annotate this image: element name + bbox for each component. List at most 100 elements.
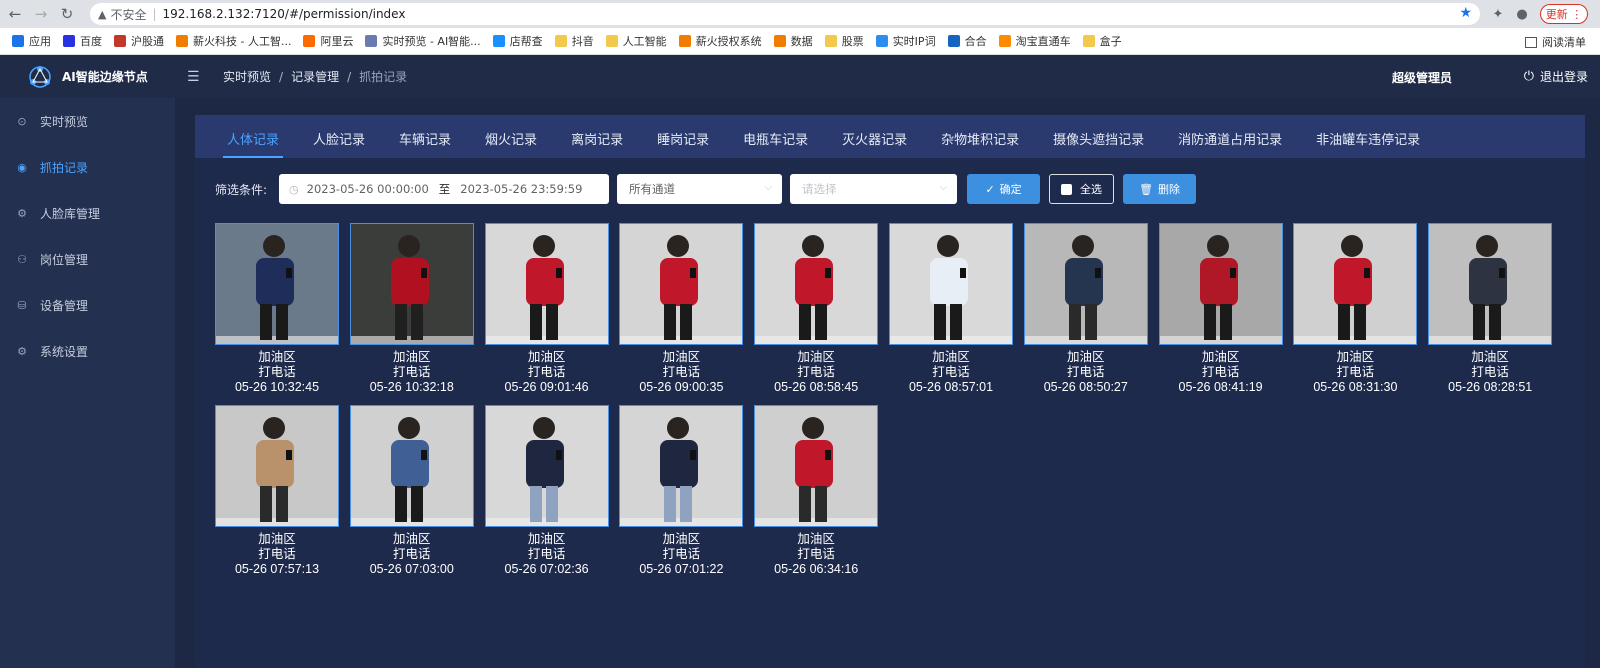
bookmark-item[interactable]: 店帮查 [492,33,543,49]
menu-toggle-icon[interactable]: ☰ [187,69,205,85]
update-button[interactable]: 更新 ⋮ [1540,4,1588,24]
record-card[interactable]: 加油区 打电话 05-26 08:58:45 [754,223,879,395]
snapshot-thumbnail[interactable] [1428,223,1553,345]
record-tab[interactable]: 烟火记录 [485,129,537,158]
record-card[interactable]: 加油区 打电话 05-26 06:34:16 [754,405,879,577]
bookmark-item[interactable]: 人工智能 [605,33,667,49]
record-card[interactable]: 加油区 打电话 05-26 07:03:00 [349,405,474,577]
record-event: 打电话 [527,547,566,561]
sidebar-item[interactable]: ⚙ 系统设置 [0,328,175,374]
bookmark-label: 薪火授权系统 [695,35,762,48]
snapshot-thumbnail[interactable] [1023,223,1148,345]
record-card[interactable]: 加油区 打电话 05-26 08:57:01 [889,223,1013,395]
record-tab[interactable]: 杂物堆积记录 [941,129,1019,158]
snapshot-thumbnail[interactable] [484,405,609,527]
snapshot-thumbnail[interactable] [754,405,879,527]
record-card[interactable]: 加油区 打电话 05-26 08:50:27 [1023,223,1148,395]
sidebar-item[interactable]: ⛁ 设备管理 [0,282,175,328]
settings-icon: ⚙ [17,344,27,358]
snapshot-thumbnail[interactable] [349,223,474,345]
type-select[interactable]: 请选择 ⌵ [790,174,958,204]
bookmark-item[interactable]: 阿里云 [303,33,353,49]
snapshot-thumbnail[interactable] [754,223,879,345]
snapshot-thumbnail[interactable] [619,405,744,527]
sidebar-item[interactable]: ⚇ 岗位管理 [0,236,175,282]
record-card[interactable]: 加油区 打电话 05-26 10:32:45 [215,223,339,395]
record-card[interactable]: 加油区 打电话 05-26 09:01:46 [484,223,609,395]
bookmark-item[interactable]: 沪股通 [114,33,164,49]
record-tab[interactable]: 非油罐车违停记录 [1316,129,1420,158]
breadcrumb-item[interactable]: 实时预览 [223,68,271,85]
snapshot-image [1159,224,1282,344]
reload-icon[interactable]: ↻ [56,3,78,25]
bookmark-item[interactable]: 盒子 [1082,33,1122,49]
snapshot-thumbnail[interactable] [1158,223,1283,345]
back-icon[interactable]: ← [4,3,26,25]
snapshot-thumbnail[interactable] [349,405,474,527]
logout-button[interactable]: ⏻ 退出登录 [1524,68,1588,85]
record-event: 打电话 [1067,365,1105,379]
snapshot-thumbnail[interactable] [619,223,744,345]
snapshot-image [755,224,878,344]
delete-button[interactable]: 🗑 删除 [1123,174,1197,204]
record-tab[interactable]: 摄像头遮挡记录 [1053,129,1144,158]
record-tab[interactable]: 车辆记录 [399,129,451,158]
channel-select[interactable]: 所有通道 ⌵ [617,174,783,204]
record-tab[interactable]: 人脸记录 [313,129,365,158]
breadcrumb-item[interactable]: 记录管理 [291,68,339,85]
bookmark-label: 店帮查 [509,35,543,48]
profile-icon[interactable]: ● [1512,4,1532,24]
forward-icon[interactable]: → [30,3,52,25]
record-area: 加油区 [393,350,431,364]
select-all-checkbox[interactable]: 全选 [1049,174,1115,204]
bookmark-item[interactable]: 淘宝直通车 [998,33,1071,49]
bookmark-icon [303,35,316,47]
snapshot-image [1294,224,1417,344]
record-card[interactable]: 加油区 打电话 05-26 07:02:36 [484,405,609,577]
sidebar-item[interactable]: ⊙ 实时预览 [0,98,175,144]
extensions-icon[interactable]: ✦ [1488,4,1508,24]
reading-list-button[interactable]: 阅读清单 [1525,34,1586,50]
confirm-button[interactable]: ✓ 确定 [967,174,1041,204]
record-tab[interactable]: 离岗记录 [571,129,623,158]
bookmark-item[interactable]: 数据 [773,33,813,49]
record-card[interactable]: 加油区 打电话 05-26 08:28:51 [1428,223,1553,395]
record-card[interactable]: 加油区 打电话 05-26 07:57:13 [215,405,339,577]
bookmark-item[interactable]: 合合 [947,33,987,49]
bookmark-item[interactable]: 实时IP词 [875,33,936,49]
snapshot-thumbnail[interactable] [484,223,609,345]
bookmark-item[interactable]: 应用 [12,33,51,49]
snapshot-thumbnail[interactable] [1293,223,1418,345]
record-card[interactable]: 加油区 打电话 05-26 07:01:22 [619,405,744,577]
bookmark-item[interactable]: 百度 [63,33,102,49]
date-start: 2023-05-26 00:00:00 [306,182,429,196]
record-tab[interactable]: 灭火器记录 [842,129,907,158]
record-area: 加油区 [797,532,835,546]
address-bar[interactable]: ▲ 不安全 | 192.168.2.132:7120/#/permission/… [90,3,1480,25]
record-card[interactable]: 加油区 打电话 05-26 08:41:19 [1158,223,1283,395]
bookmark-item[interactable]: 股票 [824,33,864,49]
date-range-picker[interactable]: ◷ 2023-05-26 00:00:00 至 2023-05-26 23:59… [279,174,610,204]
bookmark-item[interactable]: 抖音 [554,33,594,49]
record-card[interactable]: 加油区 打电话 05-26 10:32:18 [349,223,474,395]
record-card[interactable]: 加油区 打电话 05-26 08:31:30 [1293,223,1418,395]
record-caption: 加油区 打电话 05-26 08:31:30 [1293,350,1417,395]
record-card[interactable]: 加油区 打电话 05-26 09:00:35 [619,223,744,395]
bookmark-item[interactable]: 实时预览 - AI智能... [365,33,481,49]
record-tab[interactable]: 消防通道占用记录 [1178,129,1282,158]
record-tab[interactable]: 人体记录 [222,129,284,158]
record-time: 05-26 07:57:13 [234,562,320,576]
snapshot-thumbnail[interactable] [889,223,1013,345]
snapshot-thumbnail[interactable] [215,223,339,345]
bookmark-icon [605,35,618,47]
record-tab[interactable]: 睡岗记录 [657,129,709,158]
user-name[interactable]: 超级管理员 [1392,69,1452,86]
sidebar-item[interactable]: ⚙ 人脸库管理 [0,190,175,236]
bookmark-item[interactable]: 薪火授权系统 [678,33,762,49]
filter-bar: 筛选条件: ◷ 2023-05-26 00:00:00 至 2023-05-26… [215,174,1197,204]
snapshot-thumbnail[interactable] [215,405,339,527]
bookmark-item[interactable]: 薪火科技 - 人工智... [176,33,291,49]
bookmark-star-icon[interactable]: ★ [1459,5,1472,21]
sidebar-item[interactable]: ◉ 抓拍记录 [0,144,175,190]
record-tab[interactable]: 电瓶车记录 [743,129,808,158]
